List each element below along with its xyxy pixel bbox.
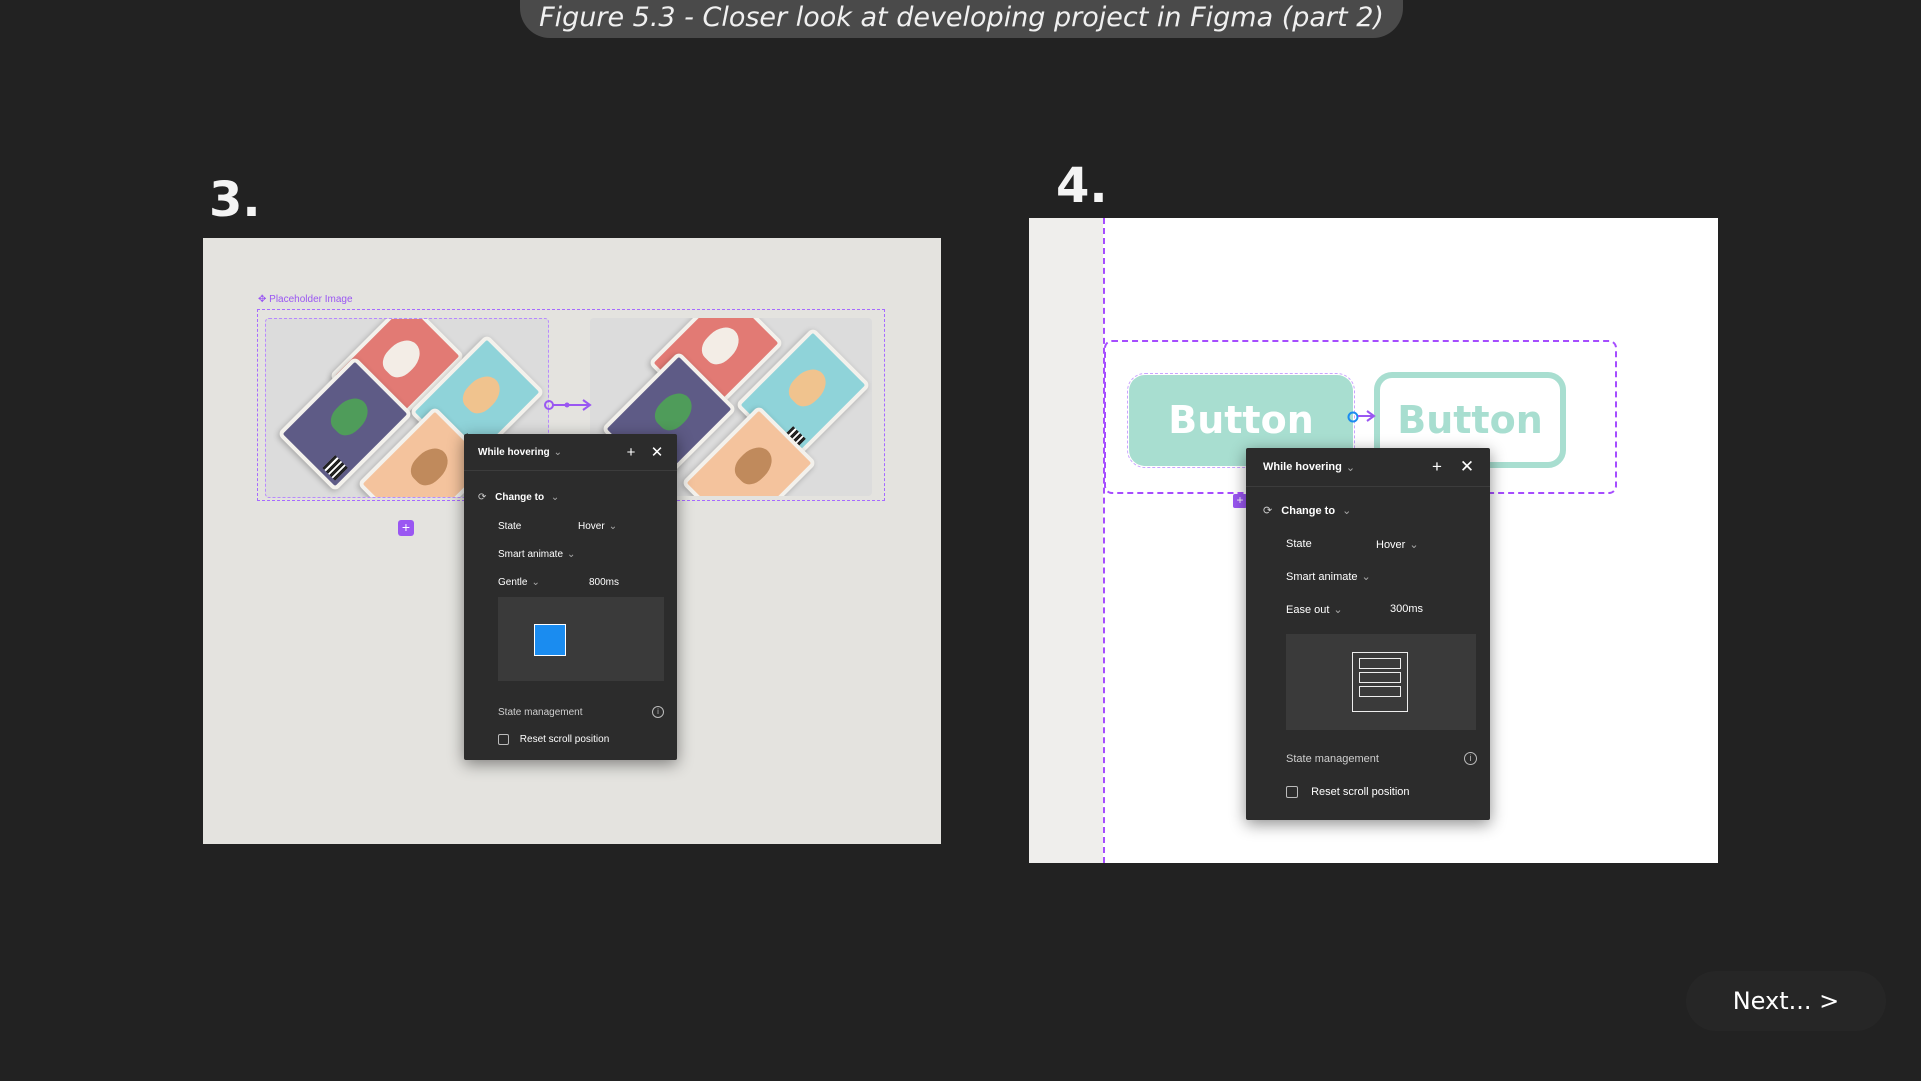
interaction-popover-step-3: While hovering ⌄ + ✕ ⟳ Change to ⌄ State… [464,434,677,760]
interaction-popover-step-4: While hovering ⌄ + ✕ ⟳ Change to ⌄ State… [1246,448,1490,820]
easing-value: Ease out [1286,604,1330,616]
duration-input[interactable]: 300ms [1390,603,1423,615]
preview-layers-icon [1352,652,1408,712]
add-variant-button[interactable]: + [1233,494,1247,508]
animation-value: Smart animate [498,549,564,560]
reset-scroll-checkbox[interactable] [498,734,509,745]
chevron-down-icon[interactable]: ⌄ [1342,504,1351,517]
state-label: State [498,521,522,532]
preview-layer [1359,686,1401,697]
chevron-down-icon: ⌄ [1409,539,1419,551]
chevron-down-icon[interactable]: ⌄ [1346,461,1355,474]
canvas-side-strip [1029,218,1103,863]
reset-scroll-row[interactable]: Reset scroll position [498,734,609,745]
state-management-label: State management [1286,753,1379,765]
chevron-down-icon: ⌄ [608,521,618,532]
state-dropdown[interactable]: Hover ⌄ [1376,538,1419,551]
animation-preview [498,597,664,681]
easing-dropdown[interactable]: Gentle ⌄ [498,577,540,588]
state-value: Hover [578,521,605,532]
duration-input[interactable]: 800ms [589,577,619,588]
animation-value: Smart animate [1286,571,1358,583]
preview-square [534,624,566,656]
action-dropdown[interactable]: Change to [1281,505,1335,517]
prototype-connection-arrow[interactable] [1347,408,1377,424]
preview-layer [1359,672,1401,683]
info-icon[interactable]: i [1464,752,1477,765]
plus-icon[interactable]: + [621,444,641,461]
easing-value: Gentle [498,577,528,588]
preview-layer [1359,658,1401,669]
frame-guide-line [1103,218,1105,863]
trigger-dropdown[interactable]: While hovering [1263,461,1342,473]
animation-preview [1286,634,1476,730]
chevron-down-icon: ⌄ [1333,604,1343,616]
placeholder-image-label[interactable]: ✥ Placeholder Image [258,294,353,305]
close-icon[interactable]: ✕ [647,443,667,461]
refresh-icon: ⟳ [478,492,487,503]
reset-scroll-label: Reset scroll position [1311,786,1410,798]
step-number-3: 3. [209,172,261,228]
reset-scroll-checkbox[interactable] [1286,786,1298,799]
next-button[interactable]: Next... > [1686,971,1886,1031]
add-variant-button[interactable]: + [398,520,414,536]
info-icon[interactable]: i [652,706,664,718]
state-dropdown[interactable]: Hover ⌄ [578,521,617,532]
chevron-down-icon[interactable]: ⌄ [554,447,562,458]
animation-dropdown[interactable]: Smart animate ⌄ [498,549,575,560]
state-management-label: State management [498,707,583,718]
state-row: State [498,521,521,532]
close-icon[interactable]: ✕ [1456,457,1478,477]
popover-header: While hovering ⌄ + ✕ [1246,448,1490,487]
reset-scroll-row[interactable]: Reset scroll position [1286,786,1410,799]
chevron-down-icon[interactable]: ⌄ [551,492,559,503]
state-label: State [1286,538,1312,550]
reset-scroll-label: Reset scroll position [519,734,610,746]
trigger-dropdown[interactable]: While hovering [478,447,550,458]
animation-dropdown[interactable]: Smart animate ⌄ [1286,570,1371,583]
plus-icon[interactable]: + [1426,457,1448,477]
action-row[interactable]: ⟳ Change to ⌄ [1263,504,1351,517]
chevron-down-icon: ⌄ [531,577,540,588]
easing-dropdown[interactable]: Ease out ⌄ [1286,603,1343,616]
prototype-connection-arrow[interactable] [543,398,593,412]
chevron-down-icon: ⌄ [567,549,576,560]
state-value: Hover [1376,539,1406,551]
action-dropdown[interactable]: Change to [495,492,544,503]
refresh-icon: ⟳ [1263,505,1273,517]
chevron-down-icon: ⌄ [1361,571,1371,583]
step-number-4: 4. [1056,158,1108,214]
figure-caption: Figure 5.3 - Closer look at developing p… [520,0,1403,38]
popover-header: While hovering ⌄ + ✕ [464,434,677,471]
action-row[interactable]: ⟳ Change to ⌄ [478,492,559,503]
